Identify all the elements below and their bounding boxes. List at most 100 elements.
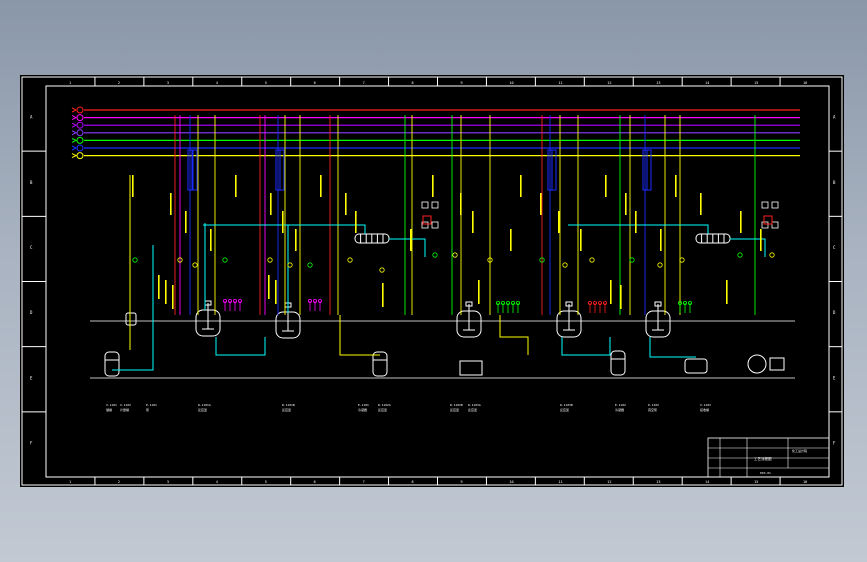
line-number-annotation xyxy=(320,175,322,197)
storage-tank-2 xyxy=(372,351,388,377)
control-valve xyxy=(431,221,439,229)
row-marker-left: C xyxy=(30,245,33,250)
column-marker-top: 13 xyxy=(656,81,660,85)
drawing-title: 工艺流程图 xyxy=(754,456,772,461)
control-valve xyxy=(421,201,429,209)
equipment-tag: V-1101 xyxy=(106,403,117,407)
control-valve xyxy=(761,201,769,209)
header-inlet-marker xyxy=(76,106,84,114)
row-marker-left: A xyxy=(30,115,33,120)
column-marker-top: 8 xyxy=(412,81,414,85)
equipment-desc: 反应釜 xyxy=(468,407,477,412)
line-number-annotation xyxy=(270,193,272,215)
instrument-tag-annotation xyxy=(620,285,622,309)
process-line-discharge-1 xyxy=(215,337,266,356)
header-arrow xyxy=(71,107,78,113)
line-number-annotation xyxy=(520,175,522,197)
receiver-drum xyxy=(459,360,483,376)
instrument-bubble xyxy=(657,262,663,268)
column-marker-top: 10 xyxy=(509,81,513,85)
process-line-feed xyxy=(112,245,154,371)
drawing-number: PID-01 xyxy=(760,471,771,475)
column-marker-top: 1 xyxy=(69,81,71,85)
instrument-bubble xyxy=(769,252,775,258)
row-marker-right: C xyxy=(833,245,836,250)
column-marker-top: 3 xyxy=(167,81,169,85)
line-number-annotation xyxy=(580,229,582,251)
row-marker-left: F xyxy=(30,440,33,445)
row-marker-right: B xyxy=(833,180,836,185)
header-inlet-marker xyxy=(76,129,84,137)
line-number-annotation xyxy=(345,193,347,215)
column-marker-bottom: 11 xyxy=(558,480,562,484)
instrument-tag-annotation xyxy=(158,275,160,299)
equipment-tag: E-1101 xyxy=(358,403,369,407)
instrument-bubble xyxy=(192,262,198,268)
line-number-annotation xyxy=(295,229,297,251)
line-number-annotation xyxy=(700,193,702,215)
column-marker-bottom: 7 xyxy=(363,480,365,484)
instrument-bubble xyxy=(432,252,438,258)
column-marker-bottom: 10 xyxy=(509,480,513,484)
column-marker-top: 14 xyxy=(705,81,709,85)
column-marker-top: 15 xyxy=(754,81,758,85)
column-marker-top: 9 xyxy=(460,81,462,85)
small-vessel xyxy=(125,312,137,326)
line-number-annotation xyxy=(540,193,542,215)
pump-body-1 xyxy=(684,358,708,374)
equipment-desc: 反应釜 xyxy=(560,407,569,412)
line-number-annotation xyxy=(558,211,560,233)
line-number-annotation xyxy=(760,229,762,251)
column-marker-bottom: 15 xyxy=(754,480,758,484)
header-inlet-marker xyxy=(76,121,84,129)
header-inlet-marker xyxy=(76,144,84,152)
header-arrow xyxy=(71,115,78,121)
line-number-annotation xyxy=(170,193,172,215)
instrument-bubble xyxy=(132,257,138,263)
equipment-desc: 冷凝器 xyxy=(615,407,624,412)
process-line-discharge-3 xyxy=(649,337,696,358)
equipment-tag: P-1101 xyxy=(146,403,157,407)
column-marker-top: 5 xyxy=(265,81,267,85)
cad-viewport[interactable]: 1 1 2 2 3 3 4 4 5 5 6 6 7 7 8 8 9 9 10 10 11 11 12 12 13 13 14 14 15… xyxy=(20,75,844,487)
column-marker-bottom: 1 xyxy=(69,480,71,484)
instrument-bubble xyxy=(347,257,353,263)
equipment-tag: R-1103B xyxy=(560,403,573,407)
instrument-bubble xyxy=(562,262,568,268)
equipment-desc: 储罐 xyxy=(106,407,112,412)
column-marker-bottom: 5 xyxy=(265,480,267,484)
column-marker-bottom: 12 xyxy=(607,480,611,484)
column-marker-bottom: 16 xyxy=(803,480,807,484)
control-valve xyxy=(771,201,779,209)
row-marker-left: E xyxy=(30,375,33,380)
line-number-annotation xyxy=(472,211,474,233)
header-arrow xyxy=(71,122,78,128)
instrument-tag-annotation xyxy=(165,280,167,304)
equipment-tag: R-1101A xyxy=(198,403,211,407)
column-marker-top: 4 xyxy=(216,81,218,85)
instrument-bubble xyxy=(737,252,743,258)
line-number-annotation xyxy=(410,229,412,251)
instrument-bubble xyxy=(452,252,458,258)
control-valve xyxy=(761,221,769,229)
column-marker-top: 2 xyxy=(118,81,120,85)
equipment-tag: R-1102B xyxy=(450,403,463,407)
header-arrow xyxy=(71,145,78,151)
storage-tank-1 xyxy=(104,351,120,377)
row-marker-right: D xyxy=(833,310,836,315)
instrument-tag-annotation xyxy=(275,280,277,304)
instrument-bubble xyxy=(379,267,385,273)
column-marker-top: 11 xyxy=(558,81,562,85)
equipment-desc: 冷凝器 xyxy=(358,407,367,412)
row-marker-right: F xyxy=(833,440,836,445)
header-arrow xyxy=(71,153,78,159)
equipment-tag: R-1103A xyxy=(468,403,481,407)
instrument-tag-annotation xyxy=(726,280,728,304)
line-number-annotation xyxy=(210,229,212,251)
line-number-annotation xyxy=(432,175,434,197)
line-number-annotation xyxy=(282,211,284,233)
line-number-annotation xyxy=(675,175,677,197)
equipment-tag: E-1102 xyxy=(615,403,626,407)
equipment-desc: 反应釜 xyxy=(198,407,207,412)
column-marker-top: 12 xyxy=(607,81,611,85)
